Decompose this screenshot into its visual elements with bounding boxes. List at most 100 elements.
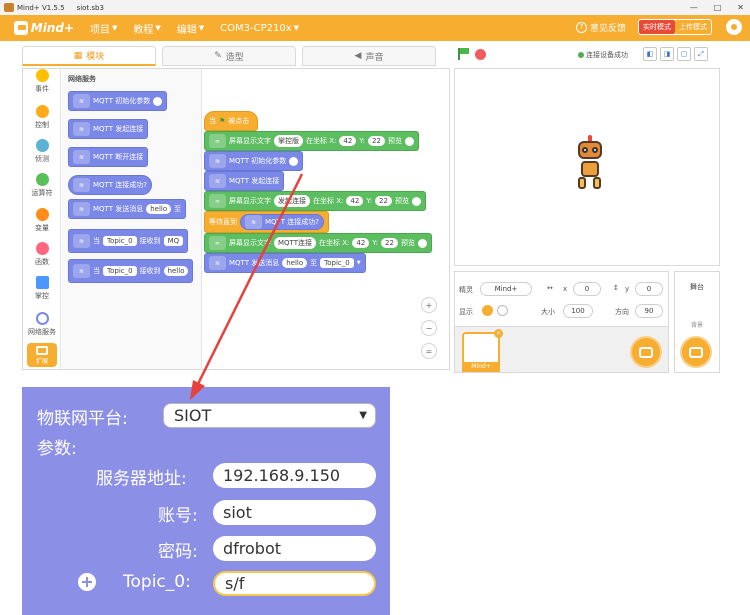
mindplus-logo: Mind+ [14,19,74,37]
sprite-properties: 精灵 Mind+ ↔ x 0 ↕ y 0 显示 大小 100 方向 90 [454,271,669,327]
maximize-button[interactable]: □ [714,3,722,12]
category-menu: 事件 控制 侦测 运算符 变量 函数 掌控 网络服务 扩展 [23,69,61,369]
wifi-icon: ≋ [73,94,90,108]
eye-icon[interactable] [404,136,414,146]
wifi-icon: ≋ [73,234,90,248]
y-input[interactable]: 0 [635,282,663,296]
category-board[interactable]: 掌控 [23,276,61,301]
palette-block-when-receive-2[interactable]: ≋ 当 Topic_0 接收到 hello [68,259,194,283]
close-button[interactable]: ✕ [737,3,744,12]
display-text-block-1[interactable]: ∞ 屏幕显示文字 掌控版 在坐标 X: 42 Y: 22 预览 [204,131,419,151]
menu-edit[interactable]: 编辑 ▼ [177,21,204,36]
direction-input[interactable]: 90 [635,304,663,318]
stage-canvas[interactable] [454,68,720,266]
account-input[interactable]: siot [213,500,376,525]
green-flag-icon[interactable] [458,48,470,60]
zoom-in-button[interactable]: + [421,297,437,313]
image-icon [689,346,703,358]
category-sensing[interactable]: 侦测 [23,139,61,164]
fullscreen-icon[interactable]: ⤢ [694,47,708,61]
category-dot-icon [35,139,49,152]
chevron-down-icon: ▼ [356,260,361,266]
category-network[interactable]: 网络服务 [23,312,61,337]
normal-stage-icon[interactable]: ◨ [660,47,674,61]
gear-icon[interactable] [153,96,163,106]
password-input[interactable]: dfrobot [213,536,376,561]
add-topic-icon[interactable] [78,573,96,591]
menu-port[interactable]: COM3-CP210x ▼ [220,23,299,34]
tab-blocks[interactable]: ▦ 模块 [22,46,156,66]
backdrop-label: 背景 [690,322,703,329]
large-stage-icon[interactable]: ▢ [677,47,691,61]
palette-block-mqtt-connected[interactable]: ≋ MQTT 连接成功? [68,175,152,195]
sprite-label: 精灵 [459,286,473,294]
category-events[interactable]: 事件 [23,69,61,94]
menu-tutorial[interactable]: 教程 ▼ [133,21,160,36]
link-icon: ∞ [209,134,226,148]
editor-tabs: ▦ 模块 ✎ 造型 ◀ 声音 [22,46,446,66]
palette-block-mqtt-send[interactable]: ≋ MQTT 发送消息 hello 至 [68,199,187,219]
script-mqtt-send[interactable]: ≋ MQTT 发送消息 hello 至 Topic_0 ▼ [204,253,366,273]
script-area[interactable]: 当 ⚑ 被点击 ∞ 屏幕显示文字 掌控版 在坐标 X: 42 Y: 22 预览 ≋ MQTT 初始化… [202,69,449,369]
mode-toggle[interactable]: 实时模式 上传模式 [638,19,712,35]
wait-mqtt-connected[interactable]: ≋ MQTT 连接成功? [240,214,324,230]
tab-sounds[interactable]: ◀ 声音 [302,46,436,66]
link-icon: ∞ [209,236,226,250]
mindplus-sprite[interactable] [572,135,608,195]
category-variables[interactable]: 变量 [23,208,61,233]
menu-project[interactable]: 项目 ▼ [90,21,117,36]
mode-upload[interactable]: 上传模式 [675,20,711,34]
add-sprite-button[interactable] [630,336,662,368]
server-address-input[interactable]: 192.168.9.150 [213,463,376,488]
hide-eye-icon[interactable] [497,305,508,316]
app-icon [4,3,14,12]
minimize-button[interactable]: — [690,3,698,12]
eye-icon[interactable] [411,196,421,206]
size-label: 大小 [541,308,555,316]
password-label: 密码: [158,542,198,562]
chevron-down-icon: ▼ [293,24,300,32]
topic-input[interactable]: s/f [213,571,376,596]
extension-button[interactable]: 扩展 [27,343,57,367]
stop-icon[interactable] [475,49,486,60]
palette-block-mqtt-disconnect[interactable]: ≋ MQTT 断开连接 [68,147,149,167]
block-palette: 网络服务 ≋ MQTT 初始化参数 ≋ MQTT 发起连接 ≋ MQTT 断开连接 ≋… [62,69,202,369]
gear-icon[interactable] [726,19,742,35]
script-mqtt-init[interactable]: ≋ MQTT 初始化参数 [204,151,304,171]
green-flag-icon: ⚑ [219,117,226,125]
feedback-button[interactable]: ? 意见反馈 [575,21,626,34]
add-backdrop-button[interactable] [680,336,712,368]
palette-block-when-receive[interactable]: ≋ 当 Topic_0 接收到 MQ [68,229,189,253]
wifi-icon: ≋ [73,122,90,136]
category-control[interactable]: 控制 [23,105,61,130]
eye-icon[interactable] [417,238,427,248]
palette-block-mqtt-init[interactable]: ≋ MQTT 初始化参数 [68,91,168,111]
small-stage-icon[interactable]: ◧ [643,47,657,61]
platform-select[interactable]: SIOT ▼ [163,403,376,428]
category-operators[interactable]: 运算符 [23,173,61,198]
window-titlebar: Mind+ V1.5.5 siot.sb3 — □ ✕ [0,0,750,15]
zoom-reset-button[interactable]: = [421,343,437,359]
sprite-thumbnail[interactable]: × Mind+ [462,329,503,372]
display-text-block-2[interactable]: ∞ 屏幕显示文字 发起连接 在坐标 X: 42 Y: 22 预览 [204,191,426,211]
palette-block-mqtt-connect[interactable]: ≋ MQTT 发起连接 [68,119,149,139]
size-input[interactable]: 100 [563,304,593,318]
speaker-icon: ◀ [354,51,362,61]
code-editor: 事件 控制 侦测 运算符 变量 函数 掌控 网络服务 扩展 网络服务 ≋ MQTT… [22,68,450,370]
close-icon[interactable]: × [494,329,503,338]
script-mqtt-connect[interactable]: ≋ MQTT 发起连接 [204,171,285,191]
wifi-icon: ≋ [73,178,90,192]
show-eye-icon[interactable] [482,305,493,316]
wait-until-block[interactable]: 等待直到 ≋ MQTT 连接成功? [204,211,329,233]
category-functions[interactable]: 函数 [23,242,61,267]
zoom-out-button[interactable]: − [421,320,437,336]
sprite-name-input[interactable]: Mind+ [480,282,532,296]
y-arrow-icon: ↕ [613,284,619,292]
x-input[interactable]: 0 [573,282,601,296]
gear-icon[interactable] [289,156,299,166]
tab-costumes[interactable]: ✎ 造型 [162,46,296,66]
extension-icon [36,346,48,355]
mode-realtime[interactable]: 实时模式 [639,20,675,34]
when-flag-clicked-hat[interactable]: 当 ⚑ 被点击 [204,111,258,131]
display-text-block-3[interactable]: ∞ 屏幕显示文字 MQTT连接 在坐标 X: 42 Y: 22 预览 [204,233,432,253]
